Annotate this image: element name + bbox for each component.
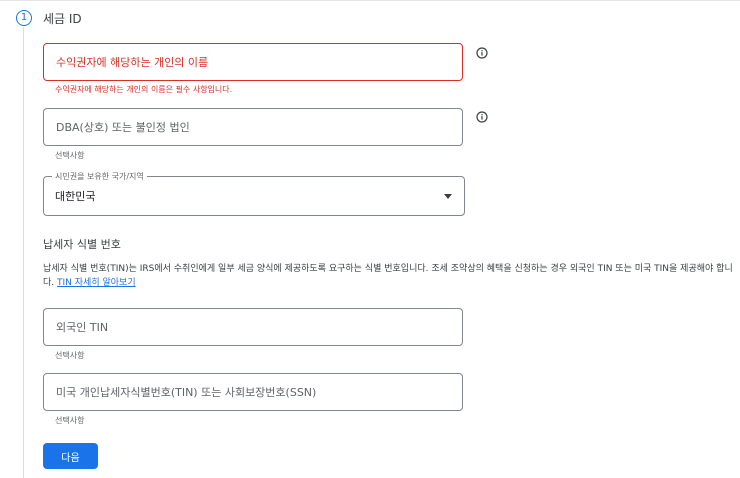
step-number-badge: 1 [16, 10, 32, 26]
tin-description-text: 납세자 식별 번호(TIN)는 IRS에서 수취인에게 일부 세금 양식에 제공… [43, 264, 733, 288]
info-icon[interactable] [476, 47, 488, 59]
tin-section-heading: 납세자 식별 번호 [43, 238, 121, 251]
dba-placeholder: DBA(상호) 또는 불인정 법인 [56, 121, 190, 134]
dba-helper-text: 선택사항 [55, 151, 85, 160]
section-title: 세금 ID [43, 12, 82, 26]
us-tin-input[interactable]: 미국 개인납세자식별번호(TIN) 또는 사회보장번호(SSN) [43, 373, 463, 411]
payee-name-error-text: 수익권자에 해당하는 개인의 이름은 필수 사항입니다. [55, 85, 233, 94]
top-divider [0, 0, 740, 1]
next-button[interactable]: 다음 [43, 443, 98, 469]
citizenship-select[interactable]: 시민권을 보유한 국가/지역 대한민국 [43, 171, 465, 216]
payee-name-input[interactable]: 수익권자에 해당하는 개인의 이름 [43, 43, 463, 81]
tin-learn-more-link[interactable]: TIN 자세히 알아보기 [57, 278, 136, 288]
foreign-tin-input[interactable]: 외국인 TIN [43, 308, 463, 346]
foreign-tin-placeholder: 외국인 TIN [56, 321, 109, 334]
us-tin-helper-text: 선택사항 [55, 416, 85, 425]
info-icon[interactable] [476, 111, 488, 123]
dropdown-arrow-icon [444, 194, 452, 199]
tin-description: 납세자 식별 번호(TIN)는 IRS에서 수취인에게 일부 세금 양식에 제공… [43, 262, 733, 290]
dba-input[interactable]: DBA(상호) 또는 불인정 법인 [43, 108, 463, 146]
citizenship-selected-value: 대한민국 [55, 190, 96, 203]
foreign-tin-helper-text: 선택사항 [55, 351, 85, 360]
payee-name-placeholder: 수익권자에 해당하는 개인의 이름 [56, 56, 209, 69]
us-tin-placeholder: 미국 개인납세자식별번호(TIN) 또는 사회보장번호(SSN) [56, 386, 317, 399]
step-connector-line [23, 27, 24, 478]
